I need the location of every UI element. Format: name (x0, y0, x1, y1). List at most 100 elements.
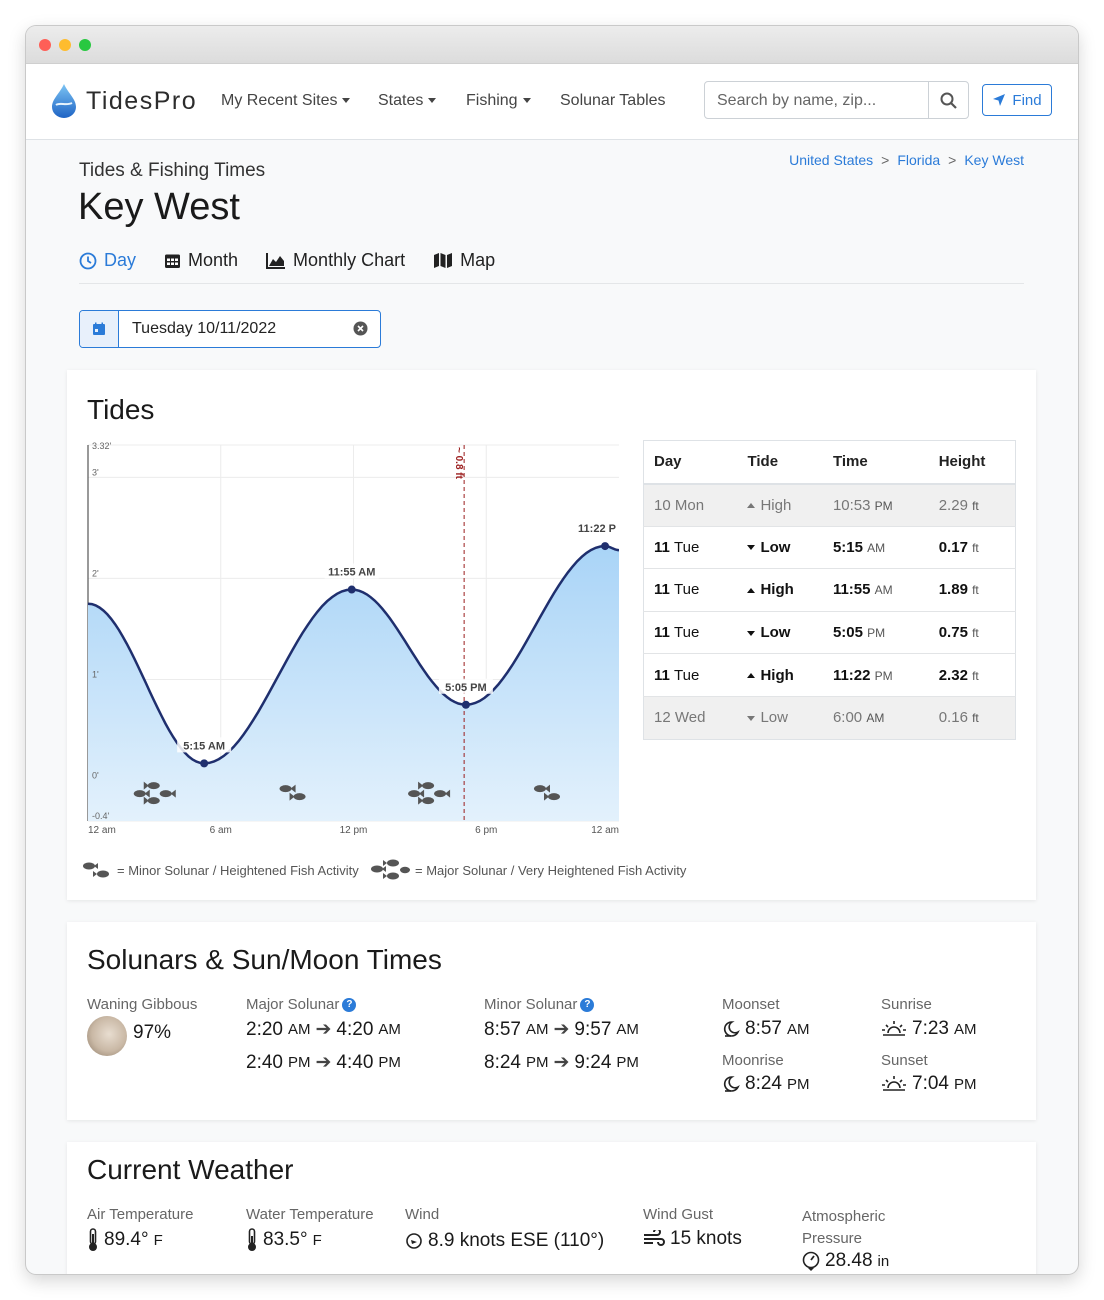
tide-day: 11 Tue (643, 653, 738, 697)
unit-text: F (153, 1231, 163, 1249)
tab-month[interactable]: Month (164, 250, 238, 271)
ampm-text: PM (287, 1054, 311, 1071)
height-text: 2.29 (938, 496, 968, 514)
tide-point (461, 700, 470, 709)
table-header-row: Day Tide Time Height (643, 440, 1016, 485)
tide-day: 12 Wed (643, 695, 738, 740)
tide-time: 11:55 AM (822, 568, 929, 612)
unit-text: ft (972, 668, 979, 683)
view-tabs: Day Month Monthly Chart Map (79, 250, 495, 271)
tide-day: 11 Tue (643, 610, 738, 654)
search-input[interactable]: Search by name, zip... (717, 92, 876, 110)
table-row: 11 Tue Low 5:15 AM 0.17 ft (643, 525, 1016, 569)
label-line: Atmospheric (802, 1208, 886, 1225)
moonrise-label: Moonrise (722, 1052, 784, 1069)
tab-map[interactable]: Map (433, 250, 495, 271)
day-num: 11 (654, 581, 670, 599)
nav-recent-sites[interactable]: My Recent Sites (221, 92, 351, 110)
moonrise-time: 8:24 PM (722, 1073, 809, 1095)
nav-fishing[interactable]: Fishing (466, 92, 531, 110)
tide-day: 10 Mon (643, 483, 738, 527)
minimize-window-button[interactable] (59, 39, 71, 51)
day-num: 11 (654, 538, 670, 556)
time-text: 8:57 (745, 1018, 782, 1039)
ampm-text: AM (378, 1021, 401, 1038)
tide-time: 10:53 PM (822, 483, 929, 527)
help-icon[interactable]: ? (342, 998, 357, 1013)
gauge-icon (802, 1251, 820, 1271)
y-tick-label: 2' (92, 568, 99, 578)
tide-type: High (737, 568, 823, 612)
close-window-button[interactable] (39, 39, 51, 51)
clear-date-icon[interactable] (353, 321, 368, 336)
breadcrumb-link[interactable]: Florida (897, 152, 940, 168)
sunset-time: 7:04 PM (881, 1073, 976, 1095)
tab-monthly-chart[interactable]: Monthly Chart (266, 250, 405, 271)
day-text: 10 Mon (654, 496, 705, 514)
brand-name: TidesPro (86, 86, 198, 115)
triangle-up-icon (747, 503, 756, 509)
ampm-text: PM (786, 1075, 810, 1093)
unit-text: ft (972, 498, 979, 513)
nav-solunar-tables[interactable]: Solunar Tables (560, 92, 666, 110)
time-text: 5:15 (832, 538, 863, 556)
page-title: Key West (78, 186, 240, 228)
tide-time: 5:15 AM (822, 525, 929, 569)
nav-states[interactable]: States (378, 92, 437, 110)
tab-day[interactable]: Day (79, 250, 136, 271)
time-text: 11:55 (832, 581, 871, 599)
zoom-window-button[interactable] (79, 39, 91, 51)
pressure-label: Atmospheric Pressure (802, 1206, 885, 1250)
calendar-icon[interactable] (80, 311, 119, 347)
fish-body (293, 793, 306, 801)
breadcrumb-separator: > (881, 152, 890, 168)
major-fish-icon (371, 859, 410, 880)
column-header: Height (928, 440, 1016, 485)
y-tick-label: -0.4' (92, 811, 110, 821)
moon-phase-label: Waning Gibbous (87, 996, 198, 1013)
tide-point (347, 585, 356, 594)
tide-point (200, 759, 209, 768)
day-num: 11 (654, 624, 670, 642)
table-row: 12 Wed Low 6:00 AM 0.16 ft (643, 695, 1016, 740)
ampm-text: AM (953, 1020, 977, 1038)
moonset-time: 8:57 AM (722, 1018, 809, 1040)
height-text: 2.32 (938, 666, 968, 684)
wind-gust-icon (644, 1230, 665, 1246)
unit-text: ft (972, 540, 979, 555)
breadcrumb-link[interactable]: Key West (964, 152, 1024, 168)
column-header: Time (822, 440, 929, 485)
time-text: 7:23 (912, 1018, 949, 1039)
x-tick-label: 6 am (210, 825, 232, 836)
fish-body (422, 797, 435, 805)
date-input[interactable]: Tuesday 10/11/2022 (132, 320, 276, 338)
calendar-grid-icon (165, 254, 181, 268)
moonset-label: Moonset (722, 996, 780, 1013)
search-button[interactable] (928, 82, 968, 118)
table-row: 11 Tue High 11:22 PM 2.32 ft (643, 653, 1016, 697)
breadcrumb-link[interactable]: United States (789, 152, 873, 168)
time-text: 4:20 (336, 1018, 374, 1040)
tide-height: 2.32 ft (928, 653, 1016, 697)
table-row: 10 Mon High 10:53 PM 2.29 ft (643, 483, 1016, 527)
tide-table: Day Tide Time Height 10 Mon High 10:53 P… (643, 440, 1016, 740)
help-icon[interactable]: ? (580, 998, 595, 1013)
fish-body (434, 790, 447, 798)
nav-label: States (378, 92, 424, 109)
unit-text: ft (972, 711, 979, 726)
fish-body (547, 793, 560, 801)
pressure-value: 28.48 in (802, 1250, 889, 1272)
y-tick-label: 3.32' (92, 441, 112, 451)
solunar-legend: = Minor Solunar / Heightened Fish Activi… (79, 857, 686, 883)
label-text: Minor Solunar (484, 996, 578, 1013)
find-location-button[interactable]: Find (982, 84, 1052, 116)
brand-logo[interactable]: TidesPro (50, 82, 197, 120)
tide-chart: ~ 0.8 ft 5:15 AM 11:55 AM 5:05 PM 11:22 P -0… (87, 441, 624, 836)
wind-value: 8.9 knots ESE (110°) (405, 1230, 604, 1252)
fish-body (159, 790, 172, 798)
tide-height: 2.29 ft (928, 483, 1016, 527)
day-name: Tue (674, 581, 700, 599)
date-picker[interactable]: Tuesday 10/11/2022 (79, 310, 381, 348)
tide-height: 1.89 ft (928, 568, 1016, 612)
ampm-text: PM (616, 1054, 639, 1071)
